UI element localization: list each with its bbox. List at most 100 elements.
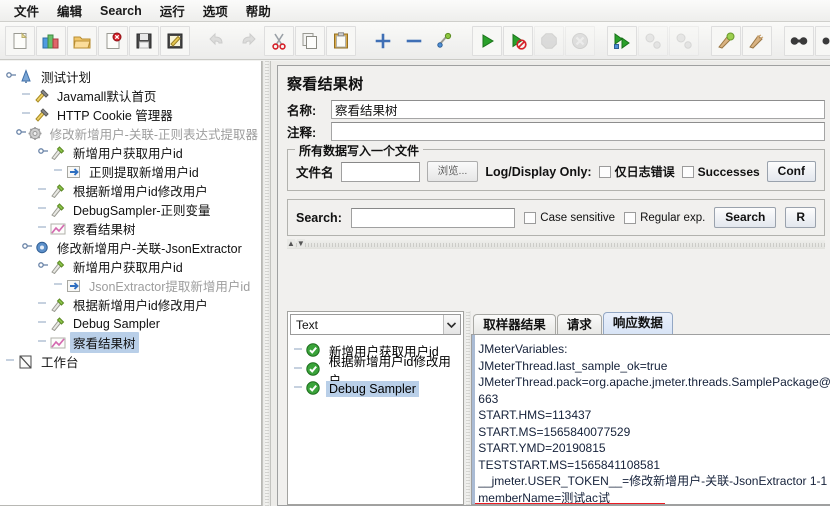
tree-node[interactable]: 修改新增用户-关联-正则表达式提取器 [4, 124, 261, 143]
sample-result-row[interactable]: 根据新增用户id修改用户 [292, 355, 463, 388]
paste-icon[interactable] [326, 25, 356, 56]
chevron-down-icon[interactable] [442, 315, 460, 334]
menu-file[interactable]: 文件 [6, 0, 47, 22]
response-line: TESTSTART.MS=1565841108581 [478, 457, 661, 472]
tree-node[interactable]: Javamall默认首页 [4, 86, 261, 105]
tree-node-label: 测试计划 [41, 71, 92, 85]
sampler-icon [50, 145, 67, 161]
view-results-tree-panel: 察看结果树 名称: 察看结果树 注释: 所有数据写入一个文件 文件名 浏览... [277, 65, 830, 506]
search-input[interactable] [350, 207, 516, 228]
tree-node-label: 正则提取新增用户id [89, 166, 199, 180]
close-icon[interactable] [98, 25, 128, 56]
tree-node-label: 察看结果树 [70, 332, 139, 353]
tree-node[interactable]: HTTP Cookie 管理器 [4, 105, 261, 124]
tree-node[interactable]: 新增用户获取用户id [4, 143, 261, 162]
collapse-icon[interactable] [399, 26, 429, 56]
regular-exp-checkbox[interactable]: Regular exp. [624, 211, 705, 224]
menu-options[interactable]: 选项 [195, 0, 236, 22]
start-icon[interactable] [472, 25, 502, 56]
redo-icon[interactable] [233, 26, 263, 56]
save-as-icon[interactable] [160, 25, 190, 56]
tree-node[interactable]: 正则提取新增用户id [4, 162, 261, 181]
results-vertical-splitter[interactable] [463, 311, 472, 505]
tree-expand-handle-icon[interactable] [15, 126, 27, 141]
tree-node[interactable]: 察看结果树 [4, 332, 261, 353]
success-check-icon [306, 380, 323, 397]
tree-expand-handle-icon[interactable] [36, 145, 50, 160]
filename-input[interactable] [340, 161, 420, 182]
render-combobox[interactable]: Text [290, 314, 461, 335]
tree-node[interactable]: 测试计划 [4, 67, 261, 86]
tree-node[interactable]: 工作台 [4, 352, 261, 371]
browse-button[interactable]: 浏览... [426, 161, 479, 182]
toolbar-group-search [781, 25, 830, 56]
start-no-timers-icon[interactable] [503, 25, 533, 56]
tree-expand-handle-icon[interactable] [4, 69, 18, 84]
menu-run[interactable]: 运行 [152, 0, 193, 22]
open-icon[interactable] [67, 25, 97, 56]
shutdown-remote-icon[interactable] [669, 25, 699, 56]
errors-checkbox-box[interactable] [598, 165, 611, 178]
successes-checkbox[interactable]: Successes [681, 165, 760, 179]
regular-exp-checkbox-box[interactable] [624, 211, 637, 224]
reset-search-icon[interactable] [815, 25, 830, 56]
copy-icon[interactable] [295, 25, 325, 56]
menu-help[interactable]: 帮助 [238, 0, 279, 22]
successes-checkbox-box[interactable] [681, 165, 694, 178]
tree-node[interactable]: DebugSampler-正则变量 [4, 200, 261, 219]
tree-expand-handle-icon[interactable] [36, 259, 50, 274]
reset-search-button[interactable]: R [785, 207, 816, 228]
horizontal-splitter[interactable]: ▲ ▼ [287, 239, 825, 249]
menu-edit[interactable]: 编辑 [49, 0, 90, 22]
stop-remote-icon[interactable] [638, 25, 668, 56]
tree-node[interactable]: 修改新增用户-关联-JsonExtractor [4, 238, 261, 257]
filename-label: 文件名 [296, 166, 334, 180]
clear-icon[interactable] [711, 25, 741, 56]
errors-checkbox[interactable]: 仅日志错误 [598, 163, 675, 180]
expand-icon[interactable] [368, 26, 398, 56]
case-sensitive-checkbox[interactable]: Case sensitive [524, 211, 615, 224]
undo-icon[interactable] [202, 26, 232, 56]
response-data-text[interactable]: JMeterVariables: JMeterThread.last_sample… [472, 335, 830, 504]
tree-expand-handle-icon[interactable] [20, 240, 34, 255]
sample-results-tree[interactable]: 新增用户获取用户id根据新增用户id修改用户Debug Sampler [288, 335, 463, 504]
save-icon[interactable] [129, 25, 159, 56]
tree-node[interactable]: 根据新增用户id修改用户 [4, 295, 261, 314]
toggle-icon[interactable] [430, 26, 460, 56]
cut-icon[interactable] [264, 25, 294, 56]
new-icon[interactable] [5, 25, 35, 56]
tab-request[interactable]: 请求 [556, 314, 602, 335]
menu-bar: 文件 编辑 Search 运行 选项 帮助 [0, 0, 830, 22]
search-button[interactable]: Search [714, 207, 777, 228]
start-remote-icon[interactable] [607, 25, 637, 56]
case-sensitive-checkbox-box[interactable] [524, 211, 537, 224]
splitter-down-arrow[interactable]: ▼ [296, 239, 305, 248]
menu-search[interactable]: Search [92, 2, 150, 20]
tab-sampler-result[interactable]: 取样器结果 [473, 314, 556, 335]
clear-all-icon[interactable] [742, 25, 772, 56]
templates-icon[interactable] [36, 25, 66, 56]
tree-node[interactable]: 察看结果树 [4, 219, 261, 238]
splitter-up-arrow[interactable]: ▲ [287, 239, 295, 248]
test-plan-tree-panel[interactable]: 测试计划 Javamall默认首页 HTTP Cookie 管理器 修改新增用户-关联… [0, 61, 262, 506]
comment-input[interactable] [331, 122, 825, 141]
splitter-arrows[interactable]: ▲ ▼ [287, 239, 305, 248]
tree-node[interactable]: JsonExtractor提取新增用户id [4, 276, 261, 295]
shutdown-icon[interactable] [565, 25, 595, 56]
stop-icon[interactable] [534, 25, 564, 56]
response-line: JMeterThread.pack=org.apache.jmeter.thre… [478, 375, 830, 389]
tab-response-data[interactable]: 响应数据 [602, 312, 673, 334]
configure-button[interactable]: Conf [766, 161, 816, 182]
name-input[interactable]: 察看结果树 [331, 100, 825, 119]
test-plan-tree[interactable]: 测试计划 Javamall默认首页 HTTP Cookie 管理器 修改新增用户-关联… [0, 61, 261, 371]
toolbar-group-tree [365, 26, 463, 56]
right-content: 察看结果树 名称: 察看结果树 注释: 所有数据写入一个文件 文件名 浏览... [271, 61, 830, 506]
search-icon[interactable] [784, 25, 814, 56]
tree-node-label: JsonExtractor提取新增用户id [89, 280, 251, 294]
tree-guide-icon [292, 362, 306, 377]
tree-guide-icon [4, 354, 18, 369]
tree-node[interactable]: 根据新增用户id修改用户 [4, 181, 261, 200]
tree-node[interactable]: Debug Sampler [4, 314, 261, 333]
tree-node[interactable]: 新增用户获取用户id [4, 257, 261, 276]
vertical-splitter[interactable] [262, 61, 271, 506]
